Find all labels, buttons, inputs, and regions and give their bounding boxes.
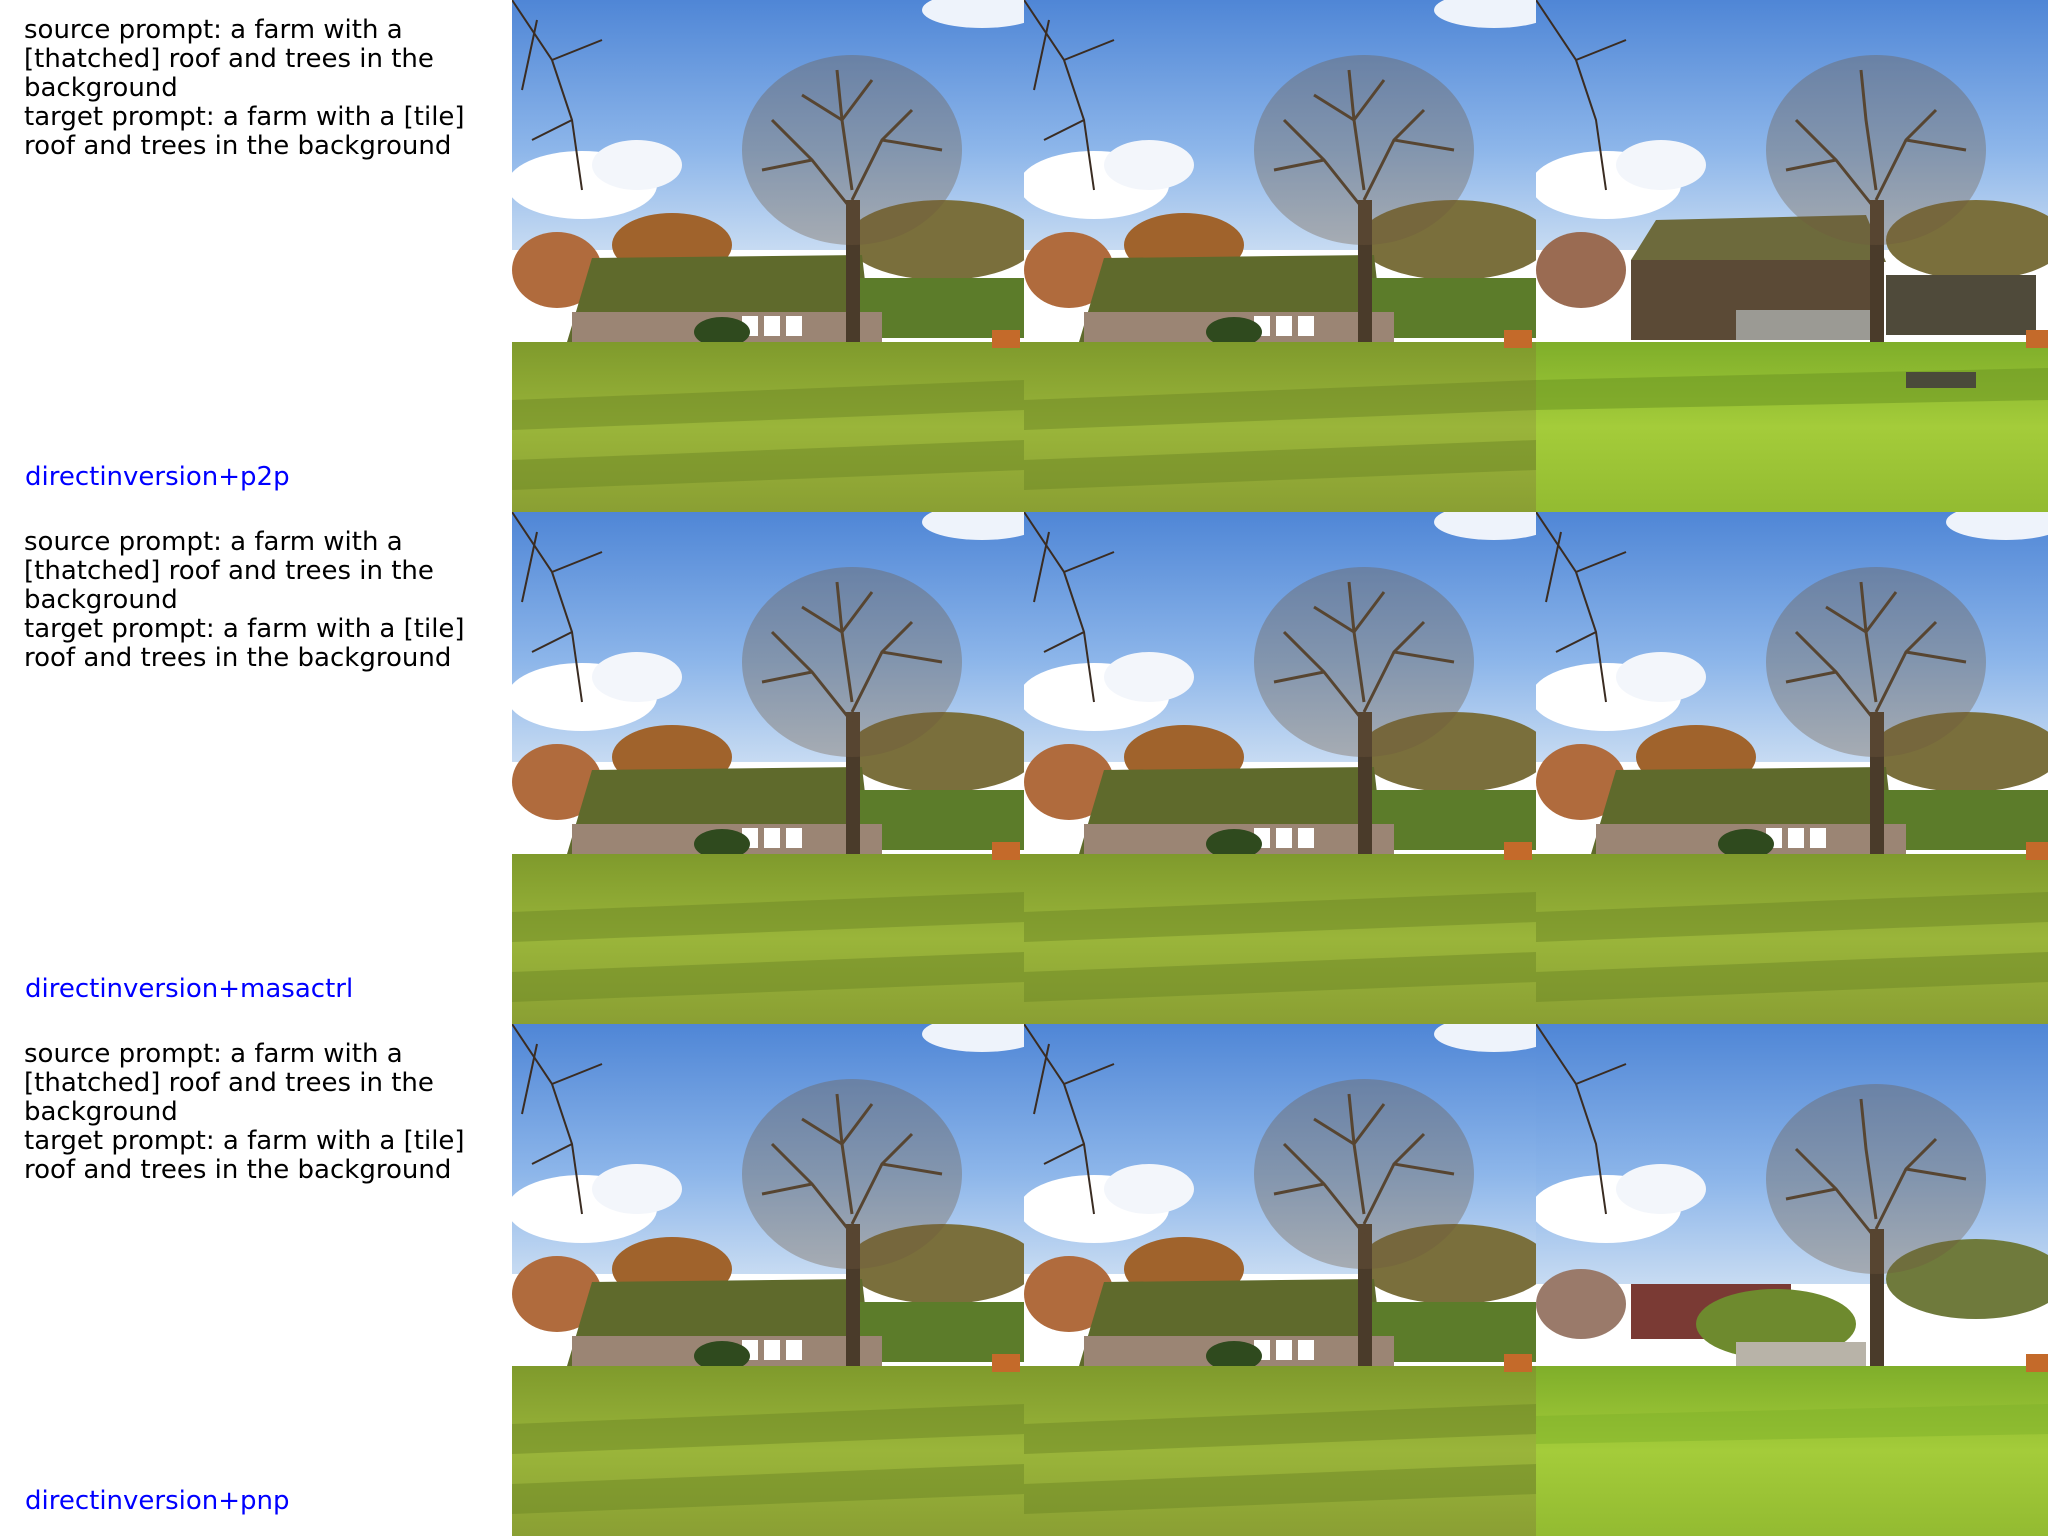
edited-image xyxy=(1536,512,2048,1024)
target-prompt: target prompt: a farm with a [tile] roof… xyxy=(24,102,465,161)
target-prompt: target prompt: a farm with a [tile] roof… xyxy=(24,1126,465,1185)
method-label: directinversion+masactrl xyxy=(25,974,354,1004)
comparison-row-p2p: source prompt: a farm with a [thatched] … xyxy=(0,0,2048,512)
method-label: directinversion+p2p xyxy=(25,462,290,492)
farm-scene-illustration xyxy=(1536,512,2048,1024)
farm-scene-illustration xyxy=(1024,0,1536,512)
comparison-row-masactrl: source prompt: a farm with a [thatched] … xyxy=(0,512,2048,1024)
farm-scene-illustration xyxy=(512,512,1024,1024)
caption-cell: source prompt: a farm with a [thatched] … xyxy=(0,0,512,512)
edited-image xyxy=(1536,1024,2048,1536)
farm-scene-illustration xyxy=(512,1024,1024,1536)
farm-scene-illustration xyxy=(1024,512,1536,1024)
edited-image xyxy=(1536,0,2048,512)
target-prompt: target prompt: a farm with a [tile] roof… xyxy=(24,614,465,673)
source-prompt: source prompt: a farm with a [thatched] … xyxy=(24,527,434,615)
method-label: directinversion+pnp xyxy=(25,1486,290,1516)
caption-cell: source prompt: a farm with a [thatched] … xyxy=(0,1024,512,1536)
comparison-grid: source prompt: a farm with a [thatched] … xyxy=(0,0,2048,1536)
source-prompt: source prompt: a farm with a [thatched] … xyxy=(24,1039,434,1127)
prompt-block: source prompt: a farm with a [thatched] … xyxy=(24,528,510,673)
source-image xyxy=(512,0,1024,512)
farm-scene-illustration xyxy=(512,0,1024,512)
farm-scene-illustration xyxy=(1536,0,2048,512)
prompt-block: source prompt: a farm with a [thatched] … xyxy=(24,16,510,161)
farm-scene-illustration xyxy=(1536,1024,2048,1536)
farm-scene-illustration xyxy=(1024,1024,1536,1536)
reconstruction-image xyxy=(1024,1024,1536,1536)
comparison-row-pnp: source prompt: a farm with a [thatched] … xyxy=(0,1024,2048,1536)
prompt-block: source prompt: a farm with a [thatched] … xyxy=(24,1040,510,1185)
caption-cell: source prompt: a farm with a [thatched] … xyxy=(0,512,512,1024)
reconstruction-image xyxy=(1024,0,1536,512)
source-image xyxy=(512,1024,1024,1536)
source-prompt: source prompt: a farm with a [thatched] … xyxy=(24,15,434,103)
reconstruction-image xyxy=(1024,512,1536,1024)
source-image xyxy=(512,512,1024,1024)
